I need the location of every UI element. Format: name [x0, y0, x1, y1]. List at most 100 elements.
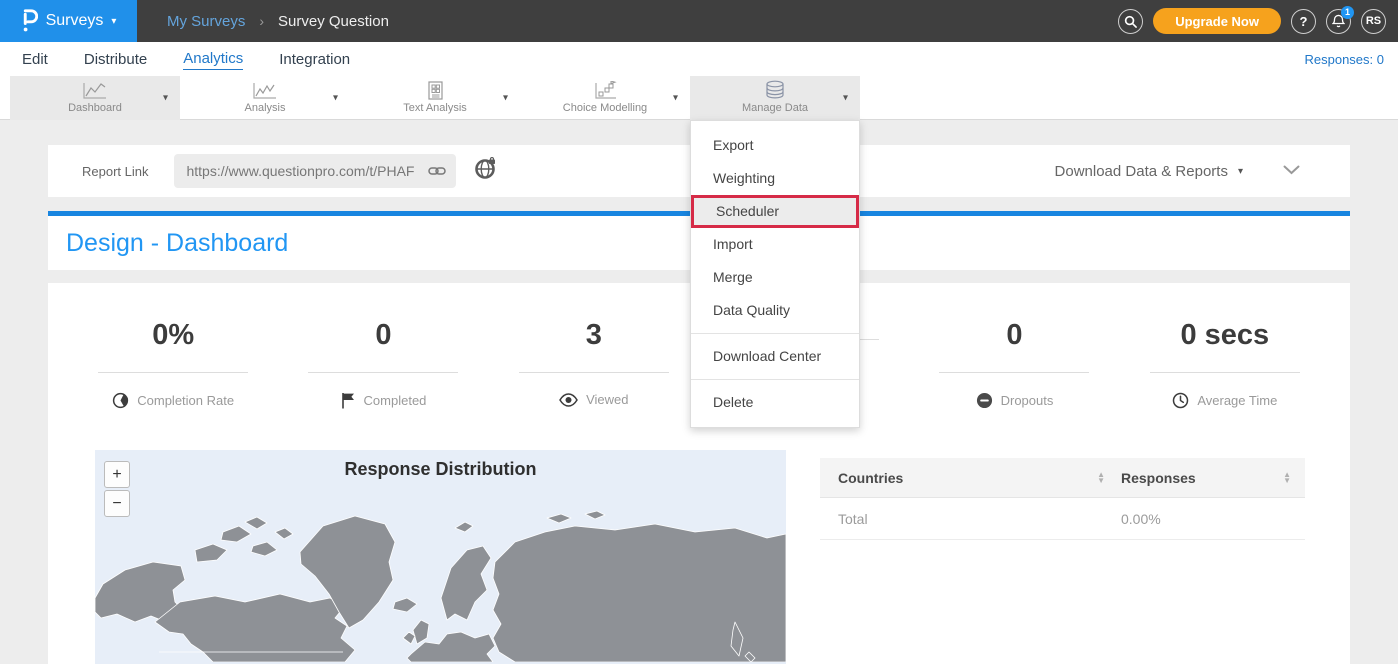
clock-icon	[1172, 392, 1189, 409]
globe-lock-icon	[474, 157, 497, 180]
link-icon[interactable]	[428, 165, 446, 177]
line-chart-icon	[82, 82, 108, 100]
table-row-total: Total 0.00%	[820, 498, 1305, 540]
menu-item-delete[interactable]: Delete	[691, 386, 859, 419]
countries-table: Countries ▲▼ Responses ▲▼ Total	[820, 450, 1305, 664]
chevron-down-icon[interactable]: ▾	[673, 93, 678, 104]
product-switcher[interactable]: Surveys ▾	[0, 0, 137, 42]
stat-divider	[519, 372, 669, 373]
logo-label: Surveys	[46, 12, 104, 30]
survey-nav: Edit Distribute Analytics Integration Re…	[0, 42, 1398, 76]
responses-column-header: Responses	[1121, 470, 1196, 486]
sort-icon[interactable]: ▲▼	[1283, 472, 1291, 484]
stat-divider	[939, 372, 1089, 373]
breadcrumb-current: Survey Question	[278, 13, 389, 30]
pie-icon	[112, 392, 129, 409]
manage-data-menu: Export Weighting Scheduler Import Merge …	[690, 120, 860, 428]
menu-item-weighting[interactable]: Weighting	[691, 162, 859, 195]
menu-item-export[interactable]: Export	[691, 129, 859, 162]
map-title: Response Distribution	[95, 450, 786, 480]
avatar-initials: RS	[1366, 15, 1381, 27]
chevron-down-icon: ▾	[1238, 166, 1243, 177]
nav-item-edit[interactable]: Edit	[22, 49, 48, 70]
report-bar-actions: Download Data & Reports ▾	[1055, 162, 1300, 180]
chevron-down-icon[interactable]: ▾	[503, 93, 508, 104]
notifications-button[interactable]: 1	[1326, 9, 1351, 34]
nav-item-distribute[interactable]: Distribute	[84, 49, 147, 70]
tab-dashboard[interactable]: Dashboard ▾	[10, 76, 180, 120]
analytics-toolbar: Dashboard ▾ Analysis ▾ Text Analysis ▾ C…	[0, 76, 1398, 120]
response-distribution-map[interactable]: Response Distribution + −	[95, 450, 786, 664]
stat-value: 3	[489, 319, 699, 352]
stat-value: 0 secs	[1120, 319, 1330, 352]
menu-item-scheduler[interactable]: Scheduler	[691, 195, 859, 228]
stat-label: Dropouts	[1001, 393, 1054, 408]
download-data-reports-dropdown[interactable]: Download Data & Reports ▾	[1055, 163, 1243, 180]
stat-divider	[308, 372, 458, 373]
zoom-in-button[interactable]: +	[104, 461, 130, 488]
stat-divider	[98, 372, 248, 373]
topbar: Surveys ▾ My Surveys › Survey Question U…	[0, 0, 1398, 42]
total-label: Total	[838, 511, 868, 527]
database-icon	[764, 82, 786, 100]
stat-completed: 0 Completed	[278, 319, 488, 448]
flag-icon	[341, 392, 356, 409]
stat-viewed: 3 Viewed	[489, 319, 699, 448]
distribution-section: Response Distribution + −	[48, 450, 1350, 664]
tab-text-analysis[interactable]: Text Analysis ▾	[350, 76, 520, 120]
page-title: Design - Dashboard	[66, 229, 288, 258]
menu-divider	[691, 333, 859, 334]
breadcrumb-separator-icon: ›	[259, 13, 264, 29]
stat-label: Viewed	[586, 392, 628, 407]
stat-value: 0	[278, 319, 488, 352]
chevron-down-icon[interactable]: ▾	[163, 93, 168, 104]
stat-completion-rate: 0% Completion Rate	[68, 319, 278, 448]
help-button[interactable]: ?	[1291, 9, 1316, 34]
tab-label: Text Analysis	[403, 102, 467, 114]
document-icon	[426, 82, 444, 100]
report-url-value: https://www.questionpro.com/t/PHAF	[186, 163, 428, 179]
nav-item-analytics[interactable]: Analytics	[183, 48, 243, 70]
stat-average-time: 0 secs Average Time	[1120, 319, 1330, 448]
menu-item-data-quality[interactable]: Data Quality	[691, 294, 859, 327]
download-data-reports-label: Download Data & Reports	[1055, 163, 1228, 180]
upgrade-now-button[interactable]: Upgrade Now	[1153, 8, 1281, 34]
minus-circle-icon	[976, 392, 993, 409]
breadcrumb-my-surveys[interactable]: My Surveys	[167, 13, 245, 30]
eye-icon	[559, 393, 578, 407]
countries-column-header: Countries	[838, 470, 903, 486]
menu-item-download-center[interactable]: Download Center	[691, 340, 859, 373]
stat-label: Completion Rate	[137, 393, 234, 408]
sort-icon[interactable]: ▲▼	[1097, 472, 1105, 484]
search-icon	[1124, 15, 1137, 28]
chevron-down-icon[interactable]: ▾	[333, 93, 338, 104]
collapse-section-button[interactable]	[1283, 162, 1300, 180]
chevron-down-icon: ▾	[111, 16, 116, 27]
stat-value: 0	[909, 319, 1119, 352]
tab-label: Analysis	[245, 102, 286, 114]
menu-item-import[interactable]: Import	[691, 228, 859, 261]
chevron-down-icon[interactable]: ▾	[843, 93, 848, 104]
nav-item-integration[interactable]: Integration	[279, 49, 350, 70]
tab-choice-modelling[interactable]: Choice Modelling ▾	[520, 76, 690, 120]
tab-analysis[interactable]: Analysis ▾	[180, 76, 350, 120]
notification-badge: 1	[1341, 6, 1354, 19]
report-link-input[interactable]: https://www.questionpro.com/t/PHAF	[174, 154, 456, 188]
world-map[interactable]	[95, 502, 786, 662]
public-link-button[interactable]	[474, 157, 497, 185]
breadcrumb: My Surveys › Survey Question	[167, 13, 389, 30]
stat-value: 0%	[68, 319, 278, 352]
responses-count: Responses: 0	[1305, 52, 1385, 67]
tab-label: Dashboard	[68, 102, 122, 114]
chevron-down-icon	[1283, 165, 1300, 175]
question-mark-icon: ?	[1300, 14, 1308, 29]
menu-item-merge[interactable]: Merge	[691, 261, 859, 294]
tab-label: Choice Modelling	[563, 102, 647, 114]
tab-manage-data[interactable]: Manage Data ▾	[690, 76, 860, 120]
scatter-chart-icon	[592, 82, 618, 100]
search-button[interactable]	[1118, 9, 1143, 34]
countries-table-header: Countries ▲▼ Responses ▲▼	[820, 458, 1305, 498]
tab-label: Manage Data	[742, 102, 808, 114]
avatar[interactable]: RS	[1361, 9, 1386, 34]
stat-divider	[1150, 372, 1300, 373]
